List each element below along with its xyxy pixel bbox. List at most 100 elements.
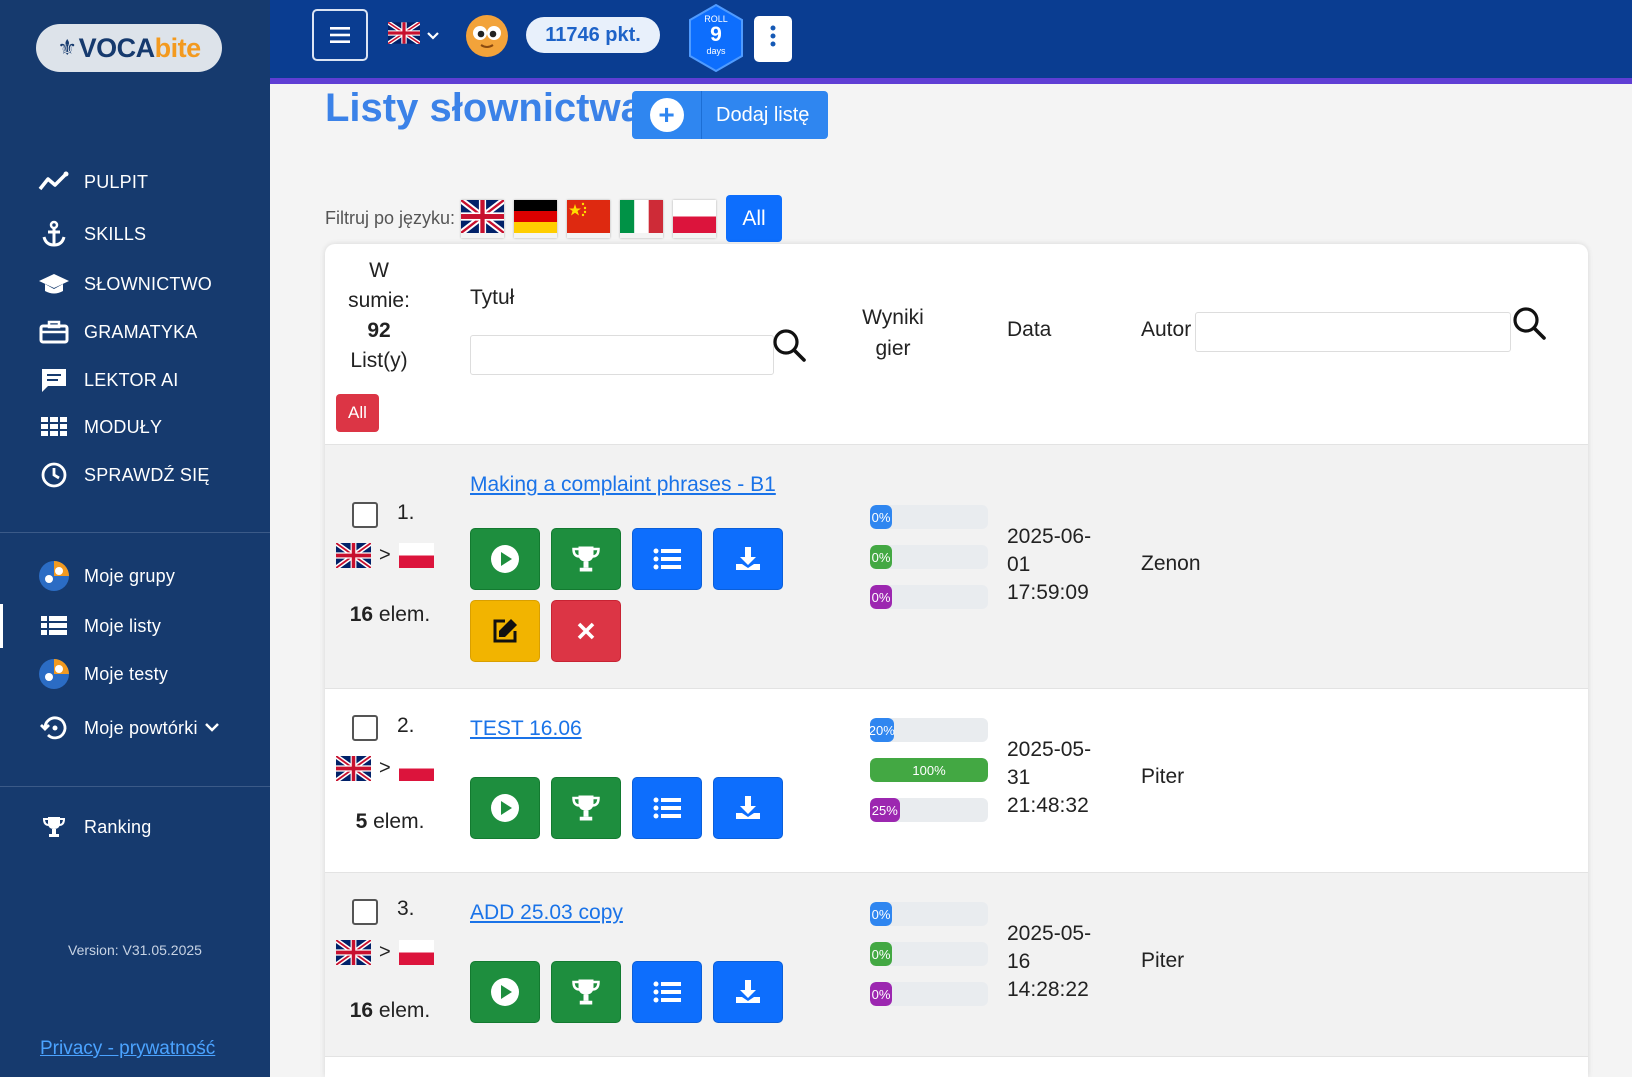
filter-all-button[interactable]: All	[726, 195, 783, 242]
row-checkbox[interactable]	[352, 715, 378, 741]
row-number: 2.	[397, 714, 415, 737]
add-list-button[interactable]: + Dodaj listę	[632, 91, 828, 139]
progress-bar: 25%	[870, 798, 988, 822]
hamburger-menu-button[interactable]	[312, 9, 368, 61]
download-button[interactable]	[713, 777, 783, 839]
trophy-icon	[36, 813, 72, 841]
sidebar-item-ranking[interactable]: Ranking	[0, 813, 270, 841]
progress-label: 25%	[871, 802, 898, 818]
streak-badge: ROLL 9 days	[688, 4, 744, 72]
progress-bar: 100%	[870, 758, 988, 782]
date-line: 31	[1007, 766, 1031, 789]
de-flag-filter[interactable]	[514, 199, 558, 238]
progress-label: 0%	[871, 509, 891, 525]
sidebar-item-sprawdz-sie[interactable]: SPRAWDŹ SIĘ	[0, 461, 270, 489]
progress-label: 100%	[912, 762, 946, 778]
sidebar-item-pulpit[interactable]: PULPIT	[0, 168, 270, 196]
sidebar-item-moje-grupy[interactable]: Moje grupy	[0, 561, 270, 591]
title-search-input[interactable]	[470, 335, 774, 375]
play-button[interactable]	[470, 528, 540, 590]
progress-fill: 0%	[870, 942, 892, 966]
download-button[interactable]	[713, 961, 783, 1023]
play-button[interactable]	[470, 961, 540, 1023]
element-count: 16 elem.	[325, 999, 455, 1023]
element-count: 16 elem.	[325, 603, 455, 627]
chart-line-icon	[36, 168, 72, 196]
progress-fill: 100%	[870, 758, 988, 782]
download-button[interactable]	[713, 528, 783, 590]
list-view-button[interactable]	[632, 777, 702, 839]
download-icon	[736, 980, 760, 1003]
download-icon	[736, 796, 760, 819]
logo[interactable]: ⚜ VOCA bite	[36, 24, 222, 72]
delete-button[interactable]	[551, 600, 621, 662]
page-title: Listy słownictwa	[325, 86, 643, 130]
time-line: 14:28:22	[1007, 978, 1089, 1001]
sidebar-item-moje-powtorki[interactable]: Moje powtórki	[0, 700, 270, 756]
search-icon[interactable]	[772, 328, 806, 362]
total-number: 92	[367, 319, 391, 342]
sidebar-item-moje-listy[interactable]: Moje listy	[0, 604, 270, 648]
pl-flag-filter[interactable]	[673, 199, 717, 238]
play-icon	[491, 978, 519, 1006]
logo-mark-icon: ⚜	[57, 35, 77, 60]
more-options-button[interactable]	[754, 16, 792, 62]
sidebar-item-label: SKILLS	[84, 223, 147, 244]
results-header-line: Wyniki	[862, 306, 924, 329]
search-icon[interactable]	[1512, 306, 1546, 340]
edit-button[interactable]	[470, 600, 540, 662]
list-icon	[653, 548, 681, 570]
language-selector[interactable]	[386, 20, 440, 49]
sidebar-item-label: Moje testy	[84, 663, 169, 684]
list-title-link[interactable]: TEST 16.06	[470, 717, 582, 741]
sidebar-item-moduly[interactable]: MODUŁY	[0, 413, 270, 441]
trophy-button[interactable]	[551, 961, 621, 1023]
trophy-button[interactable]	[551, 777, 621, 839]
sidebar-divider	[0, 786, 270, 787]
sidebar-item-skills[interactable]: SKILLS	[0, 220, 270, 248]
list-title-link[interactable]: Making a complaint phrases - B1	[470, 473, 776, 497]
play-icon	[491, 545, 519, 573]
list-view-button[interactable]	[632, 961, 702, 1023]
sidebar-divider	[0, 532, 270, 533]
sidebar-item-moje-testy[interactable]: Moje testy	[0, 659, 270, 689]
progress-label: 0%	[871, 986, 891, 1002]
select-all-button[interactable]: All	[336, 394, 379, 432]
trophy-icon	[572, 979, 600, 1005]
author-search-input[interactable]	[1195, 312, 1511, 352]
date-line: 16	[1007, 950, 1031, 973]
progress-bar: 0%	[870, 902, 988, 926]
list-title-link[interactable]: ADD 25.03 copy	[470, 901, 623, 925]
sidebar-item-slownictwo[interactable]: SŁOWNICTWO	[0, 270, 270, 298]
arrow-separator: >	[379, 757, 391, 779]
avatar[interactable]	[466, 15, 508, 57]
table-row	[325, 1056, 1588, 1077]
sidebar-item-gramatyka[interactable]: GRAMATYKA	[0, 318, 270, 346]
list-view-button[interactable]	[632, 528, 702, 590]
row-checkbox[interactable]	[352, 899, 378, 925]
element-count-unit: elem.	[373, 999, 431, 1022]
sidebar-item-label: Moje listy	[84, 615, 162, 636]
play-button[interactable]	[470, 777, 540, 839]
sidebar-item-lektor-ai[interactable]: LEKTOR AI	[0, 366, 270, 394]
privacy-link[interactable]: Privacy - prywatność	[40, 1038, 215, 1060]
total-label: W	[369, 259, 389, 282]
streak-unit: days	[706, 46, 726, 56]
cn-flag-filter[interactable]	[567, 199, 611, 238]
row-checkbox[interactable]	[352, 502, 378, 528]
sidebar-item-label: PULPIT	[84, 171, 149, 192]
pl-flag-icon	[398, 756, 434, 781]
progress-fill: 0%	[870, 982, 892, 1006]
it-flag-filter[interactable]	[620, 199, 664, 238]
progress-label: 20%	[870, 722, 895, 738]
table-row: 3. > 16 elem. ADD 25.03 copy 0% 0% 0% 20…	[325, 872, 1588, 1056]
element-count-number: 16	[349, 999, 374, 1022]
date-line: 01	[1007, 553, 1031, 576]
trophy-button[interactable]	[551, 528, 621, 590]
chevron-down-icon[interactable]	[204, 719, 220, 737]
chevron-down-icon	[426, 27, 440, 45]
uk-flag-filter[interactable]	[459, 196, 506, 238]
language-pair: >	[336, 543, 434, 568]
progress-bar: 0%	[870, 545, 988, 569]
progress-label: 0%	[871, 589, 891, 605]
